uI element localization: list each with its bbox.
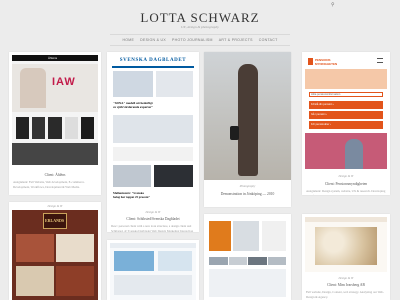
site-tagline: UX, design & photography [181, 25, 219, 29]
site-content [114, 275, 192, 295]
pension-photo [305, 133, 387, 169]
card-title[interactable]: Demonstration in Jönköping — 2010 [204, 192, 291, 196]
news-image [209, 221, 231, 251]
site-title[interactable]: LOTTA SCHWARZ [0, 10, 400, 26]
header-divider [110, 34, 290, 35]
svd-headline: Mellanöstern: "Svenska bolag har tappat … [113, 191, 151, 199]
thumb [267, 257, 286, 265]
pension-menu-item[interactable]: För pensionärer › [309, 121, 383, 129]
nav-divider [110, 45, 290, 46]
card-description: Full website, Design, Content, web strat… [306, 290, 384, 299]
svd-image [113, 71, 153, 97]
card-description: Desc: personal client with a new look st… [111, 224, 194, 232]
news-list [262, 221, 286, 251]
card-category: Design & IT [338, 276, 354, 280]
nav-contact[interactable]: CONTACT [259, 38, 278, 42]
card-news[interactable] [204, 214, 291, 300]
pension-menu-item[interactable]: Gå i pension › [309, 111, 383, 119]
card-pension[interactable]: PENSIONS MYNDIGHETEN Hitta pensionsinfor… [302, 52, 390, 195]
card-description: Assignment: Design system, website, UX &… [306, 189, 386, 195]
news-footer [209, 269, 286, 297]
product-row [16, 117, 95, 139]
svd-logo: SVENSKA DAGBLADET [119, 58, 187, 63]
food-photo [56, 234, 94, 262]
food-photo [16, 266, 54, 296]
pension-screenshot: PENSIONS MYNDIGHETEN Hitta pensionsinfor… [305, 55, 387, 171]
erlands-screenshot: ERLANDS [12, 210, 98, 300]
thumb [228, 257, 247, 265]
card-ahlens[interactable]: Åhléns IAW Client: Åhléns Assignment: Fu… [9, 52, 101, 195]
ahlens-brand: Åhléns [48, 56, 58, 60]
card-title[interactable]: Client: Schibsted/Svenska Dagbladet [107, 217, 199, 221]
svd-photo [154, 165, 193, 187]
pension-menu-item[interactable]: Förstå din pension › [309, 101, 383, 109]
product-tile [32, 117, 46, 139]
ahlens-screenshot: Åhléns IAW [12, 55, 98, 165]
card-category: Design & IT [338, 174, 354, 178]
card-category: Photography [239, 184, 256, 188]
portfolio-page: ⚲ LOTTA SCHWARZ UX, design & photography… [0, 0, 400, 300]
ahlens-footer [12, 143, 98, 165]
pension-search[interactable]: Hitta pensionsinformation [309, 92, 383, 97]
street-photo [204, 52, 291, 180]
card-erlands[interactable]: Design & IT ERLANDS [9, 202, 101, 300]
product-tile [80, 117, 95, 139]
thumb [248, 257, 267, 265]
thumb-strip [209, 257, 286, 265]
svd-nav [112, 66, 194, 68]
card-title[interactable]: Client: Åhléns [9, 173, 101, 177]
news-screenshot [207, 217, 288, 300]
news-image [233, 221, 259, 251]
card-category: Design & IT [47, 204, 63, 208]
nav-design-ux[interactable]: DESIGN & UX [140, 38, 166, 42]
svd-screenshot: SVENSKA DAGBLADET "SDNA" modell att hede… [110, 55, 196, 205]
website-screenshot [110, 243, 196, 300]
svd-image [156, 71, 193, 97]
product-tile [16, 117, 30, 139]
pension-brand: MYNDIGHETEN [315, 62, 338, 66]
nav-art-projects[interactable]: ART & PROJECTS [219, 38, 253, 42]
walking-figure [238, 64, 258, 176]
bakery-photo [315, 227, 377, 265]
card-title[interactable]: Client: Pensionsmyndigheten [302, 182, 390, 186]
pension-logo-icon [308, 58, 313, 65]
svd-photo [113, 115, 193, 143]
svd-photo [113, 165, 151, 187]
thumb [209, 257, 228, 265]
svd-headline: "SDNA" modell att hederligt av självvärd… [113, 101, 154, 109]
site-image [158, 251, 192, 271]
person-figure [345, 139, 363, 169]
erlands-brand: ERLANDS [45, 218, 65, 223]
handbag [230, 126, 239, 140]
nav-photo-journalism[interactable]: PHOTO JOURNALISM [172, 38, 213, 42]
pension-hero [305, 69, 387, 89]
svd-ad [113, 147, 193, 161]
site-header [110, 243, 196, 248]
model-figure [20, 68, 46, 108]
product-tile [48, 117, 62, 139]
main-nav: HOME DESIGN & UX PHOTO JOURNALISM ART & … [0, 38, 400, 42]
menu-icon[interactable] [377, 58, 383, 63]
card-category: Design & IT [145, 210, 161, 214]
food-photo [16, 234, 54, 262]
product-tile [64, 117, 78, 139]
card-title[interactable]: Client: Mim Ivarsberg AB [302, 283, 390, 287]
food-photo [56, 266, 94, 296]
nav-home[interactable]: HOME [122, 38, 134, 42]
hero-text: IAW [52, 76, 76, 88]
card-bakery[interactable]: Design & IT Client: Mim Ivarsberg AB Ful… [302, 214, 390, 300]
ahlens-hero: IAW [12, 64, 98, 112]
site-image [114, 251, 154, 271]
card-svd[interactable]: SVENSKA DAGBLADET "SDNA" modell att hede… [107, 52, 199, 232]
card-website[interactable] [107, 240, 199, 300]
bakery-screenshot [305, 217, 387, 272]
search-icon[interactable]: ⚲ [331, 2, 335, 8]
card-description: Assignment: Full Website, Web developmen… [13, 180, 85, 189]
bakery-header [305, 217, 387, 222]
top-bar [0, 0, 400, 5]
card-photo[interactable]: Photography Demonstration in Jönköping —… [204, 52, 291, 207]
